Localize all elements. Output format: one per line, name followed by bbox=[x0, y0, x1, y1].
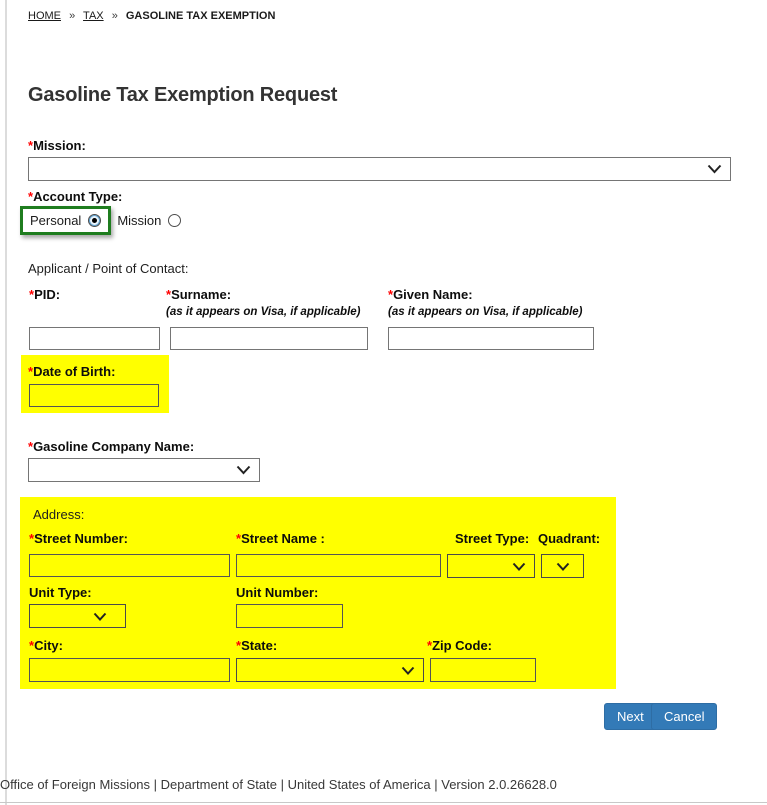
account-type-mission-label: Mission bbox=[117, 213, 162, 228]
mission-label: *Mission: bbox=[28, 138, 86, 153]
selection-highlight-box: Personal bbox=[20, 206, 112, 235]
state-select[interactable] bbox=[236, 658, 424, 682]
surname-visa-note: (as it appears on Visa, if applicable) bbox=[166, 306, 361, 318]
date-of-birth-input[interactable] bbox=[29, 384, 159, 407]
street-type-select[interactable] bbox=[447, 554, 535, 578]
page-left-border bbox=[5, 0, 7, 805]
account-type-radio-group: Personal Mission bbox=[20, 206, 182, 235]
cancel-button[interactable]: Cancel bbox=[651, 703, 718, 730]
account-type-radio-personal[interactable] bbox=[88, 214, 102, 227]
street-number-input[interactable] bbox=[29, 554, 230, 577]
gasoline-company-label: *Gasoline Company Name: bbox=[28, 439, 195, 454]
mission-select[interactable] bbox=[28, 157, 731, 181]
city-input[interactable] bbox=[29, 658, 230, 682]
chevron-down-icon bbox=[556, 562, 569, 571]
date-of-birth-label: *Date of Birth: bbox=[28, 364, 116, 379]
street-number-label: *Street Number: bbox=[29, 531, 128, 546]
next-button[interactable]: Next bbox=[604, 703, 657, 730]
address-section-heading: Address: bbox=[33, 507, 85, 522]
page-title: Gasoline Tax Exemption Request bbox=[28, 84, 338, 106]
chevron-down-icon bbox=[236, 465, 251, 475]
breadcrumb-home-link[interactable]: HOME bbox=[28, 10, 61, 22]
state-label: *State: bbox=[236, 638, 278, 653]
breadcrumb-separator: » bbox=[69, 10, 76, 22]
given-name-label: *Given Name: bbox=[388, 287, 473, 302]
unit-type-label: Unit Type: bbox=[29, 585, 92, 600]
account-type-personal-label: Personal bbox=[30, 213, 82, 228]
breadcrumb-separator: » bbox=[111, 10, 118, 22]
gasoline-company-select[interactable] bbox=[28, 458, 260, 482]
chevron-down-icon bbox=[401, 666, 415, 675]
breadcrumb-tax-link[interactable]: TAX bbox=[83, 10, 104, 22]
pid-label: *PID: bbox=[29, 287, 61, 302]
breadcrumb: HOME » TAX » GASOLINE TAX EXEMPTION bbox=[28, 10, 275, 22]
chevron-down-icon bbox=[512, 562, 526, 571]
city-label: *City: bbox=[29, 638, 63, 653]
given-name-input[interactable] bbox=[388, 327, 594, 350]
footer-text: Office of Foreign Missions | Department … bbox=[0, 777, 557, 792]
unit-type-select[interactable] bbox=[29, 604, 126, 628]
given-name-visa-note: (as it appears on Visa, if applicable) bbox=[388, 306, 583, 318]
pid-input[interactable] bbox=[29, 327, 160, 350]
account-type-radio-mission[interactable] bbox=[168, 214, 182, 227]
zip-code-label: *Zip Code: bbox=[427, 638, 492, 653]
breadcrumb-current-page: GASOLINE TAX EXEMPTION bbox=[125, 10, 276, 22]
account-type-label: *Account Type: bbox=[28, 189, 123, 204]
chevron-down-icon bbox=[707, 164, 722, 174]
unit-number-label: Unit Number: bbox=[236, 585, 319, 600]
quadrant-label: Quadrant: bbox=[538, 531, 601, 546]
unit-number-input[interactable] bbox=[236, 604, 343, 628]
surname-label: *Surname: bbox=[166, 287, 232, 302]
applicant-section-heading: Applicant / Point of Contact: bbox=[28, 261, 189, 276]
street-name-label: *Street Name : bbox=[236, 531, 325, 546]
page-bottom-border bbox=[0, 802, 767, 803]
chevron-down-icon bbox=[93, 612, 107, 621]
street-type-label: Street Type: bbox=[455, 531, 530, 546]
zip-code-input[interactable] bbox=[430, 658, 536, 682]
quadrant-select[interactable] bbox=[541, 554, 584, 578]
street-name-input[interactable] bbox=[236, 554, 441, 577]
surname-input[interactable] bbox=[170, 327, 368, 350]
